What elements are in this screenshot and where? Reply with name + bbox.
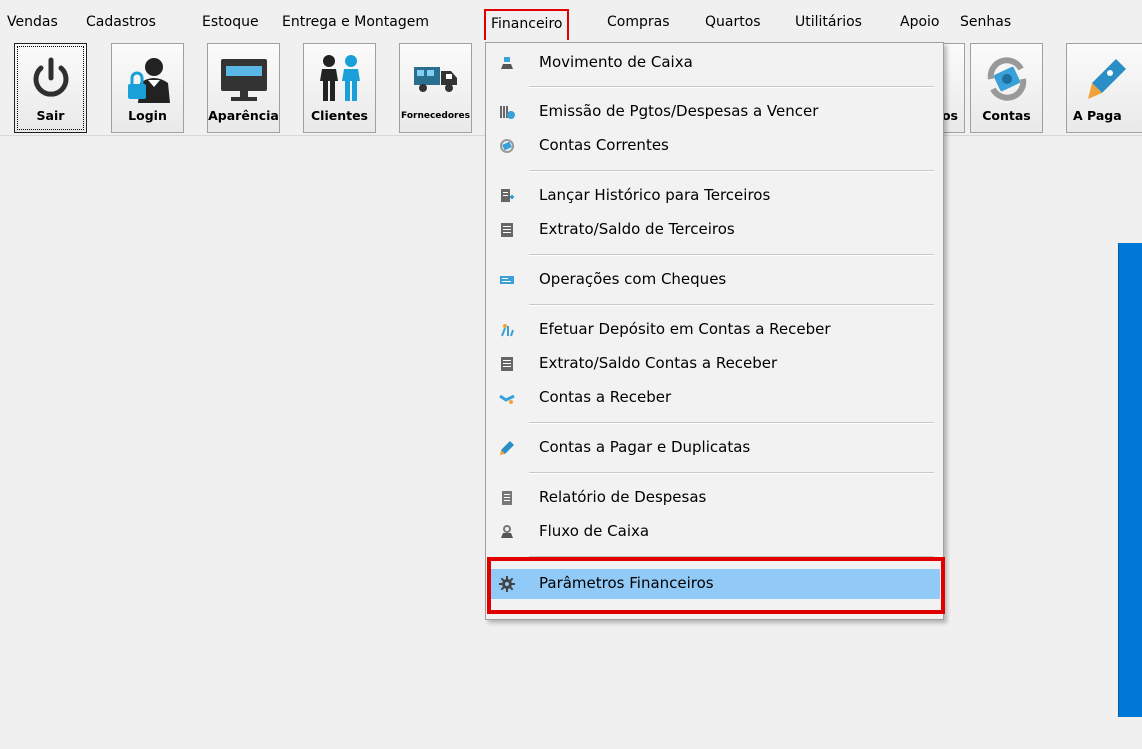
deposit-icon bbox=[498, 321, 516, 339]
clientes-label: Clientes bbox=[310, 108, 368, 123]
menu-item-label: Fluxo de Caixa bbox=[539, 522, 650, 540]
menu-item-label: Efetuar Depósito em Contas a Receber bbox=[539, 320, 831, 338]
menu-separator bbox=[529, 304, 934, 306]
menu-item-fluxo-caixa[interactable]: Fluxo de Caixa bbox=[490, 517, 940, 547]
a-pagar-label: A Paga bbox=[1073, 108, 1122, 123]
menu-senhas[interactable]: Senhas bbox=[960, 11, 1011, 39]
menu-item-label: Parâmetros Financeiros bbox=[539, 574, 714, 592]
pen-icon bbox=[1080, 53, 1132, 105]
statement-icon bbox=[498, 221, 516, 239]
payment-bars-icon bbox=[498, 103, 516, 121]
contas-button[interactable]: Contas bbox=[970, 43, 1043, 133]
menu-separator bbox=[529, 556, 934, 558]
menu-item-label: Lançar Histórico para Terceiros bbox=[539, 186, 771, 204]
financeiro-dropdown: Movimento de Caixa Emissão de Pgtos/Desp… bbox=[485, 42, 944, 620]
money-cycle-icon bbox=[981, 53, 1033, 105]
aparencia-button[interactable]: Aparência bbox=[207, 43, 280, 133]
power-icon bbox=[25, 53, 77, 105]
menu-item-label: Contas a Receber bbox=[539, 388, 672, 406]
menu-item-label: Relatório de Despesas bbox=[539, 488, 707, 506]
menu-cadastros[interactable]: Cadastros bbox=[86, 11, 156, 39]
contas-label: Contas bbox=[982, 108, 1031, 123]
menu-item-contas-pagar[interactable]: Contas a Pagar e Duplicatas bbox=[490, 433, 940, 463]
pen-icon bbox=[498, 439, 516, 457]
truck-icon bbox=[410, 53, 462, 105]
monitor-icon bbox=[218, 53, 270, 105]
menu-apoio[interactable]: Apoio bbox=[900, 11, 939, 39]
menu-item-relatorio-despesas[interactable]: Relatório de Despesas bbox=[490, 483, 940, 513]
menu-item-emissao-pgtos[interactable]: Emissão de Pgtos/Despesas a Vencer bbox=[490, 97, 940, 127]
menu-separator bbox=[529, 422, 934, 424]
menu-item-contas-correntes[interactable]: Contas Correntes bbox=[490, 131, 940, 161]
menu-item-contas-receber[interactable]: Contas a Receber bbox=[490, 383, 940, 413]
report-icon bbox=[498, 489, 516, 507]
login-button[interactable]: Login bbox=[111, 43, 184, 133]
menu-vendas[interactable]: Vendas bbox=[7, 11, 58, 39]
fornecedores-label: Fornecedores bbox=[401, 111, 470, 121]
menu-item-parametros-financeiros[interactable]: Parâmetros Financeiros bbox=[490, 569, 940, 599]
menu-separator bbox=[529, 472, 934, 474]
menu-financeiro[interactable]: Financeiro bbox=[484, 9, 570, 42]
fornecedores-button[interactable]: Fornecedores bbox=[399, 43, 472, 133]
clients-icon bbox=[314, 53, 366, 105]
menu-item-movimento-de-caixa[interactable]: Movimento de Caixa bbox=[490, 48, 940, 78]
sair-button[interactable]: Sair bbox=[14, 43, 87, 133]
menu-entrega-e-montagem[interactable]: Entrega e Montagem bbox=[282, 11, 429, 39]
menu-item-label: Extrato/Saldo Contas a Receber bbox=[539, 354, 778, 372]
clientes-button[interactable]: Clientes bbox=[303, 43, 376, 133]
menu-item-label: Contas a Pagar e Duplicatas bbox=[539, 438, 751, 456]
menu-quartos[interactable]: Quartos bbox=[705, 11, 761, 39]
cash-register-icon bbox=[498, 54, 516, 72]
aparencia-label: Aparência bbox=[208, 108, 279, 123]
statement-icon bbox=[498, 355, 516, 373]
menu-compras[interactable]: Compras bbox=[607, 11, 670, 39]
money-cycle-icon bbox=[498, 137, 516, 155]
menu-item-label: Extrato/Saldo de Terceiros bbox=[539, 220, 735, 238]
menu-item-extrato-terceiros[interactable]: Extrato/Saldo de Terceiros bbox=[490, 215, 940, 245]
menu-item-extrato-receber[interactable]: Extrato/Saldo Contas a Receber bbox=[490, 349, 940, 379]
check-icon bbox=[498, 271, 516, 289]
menu-item-label: Movimento de Caixa bbox=[539, 53, 693, 71]
sair-label: Sair bbox=[36, 108, 65, 123]
menu-separator bbox=[529, 254, 934, 256]
menubar: Vendas Cadastros Estoque Entrega e Monta… bbox=[0, 0, 1142, 42]
menu-item-lancar-historico[interactable]: Lançar Histórico para Terceiros bbox=[490, 181, 940, 211]
login-label: Login bbox=[128, 108, 167, 123]
menu-separator bbox=[529, 170, 934, 172]
side-panel bbox=[1118, 243, 1142, 717]
gear-icon bbox=[498, 575, 516, 593]
menu-item-operacoes-cheques[interactable]: Operações com Cheques bbox=[490, 265, 940, 295]
menu-separator bbox=[529, 86, 934, 88]
login-lock-icon bbox=[122, 53, 174, 105]
a-pagar-button[interactable]: A Paga bbox=[1066, 43, 1142, 133]
menu-item-label: Emissão de Pgtos/Despesas a Vencer bbox=[539, 102, 819, 120]
menu-estoque[interactable]: Estoque bbox=[202, 11, 259, 39]
document-add-icon bbox=[498, 187, 516, 205]
menu-item-efetuar-deposito[interactable]: Efetuar Depósito em Contas a Receber bbox=[490, 315, 940, 345]
receive-handshake-icon bbox=[498, 389, 516, 407]
menu-item-label: Contas Correntes bbox=[539, 136, 669, 154]
menu-utilitarios[interactable]: Utilitários bbox=[795, 11, 862, 39]
menu-item-label: Operações com Cheques bbox=[539, 270, 727, 288]
cash-flow-icon bbox=[498, 523, 516, 541]
